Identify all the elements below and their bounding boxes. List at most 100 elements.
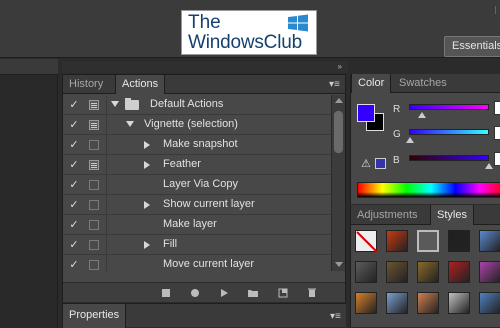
list-item[interactable]: ✓ Vignette (selection) <box>63 115 331 135</box>
dialog-toggle-icon[interactable] <box>89 200 99 210</box>
blue-value-field[interactable] <box>494 152 500 166</box>
action-set-label: Default Actions <box>150 98 224 110</box>
rainbow-style[interactable] <box>479 261 500 283</box>
step-label: Move current layer <box>163 258 255 270</box>
collapse-panels-icon[interactable]: » <box>338 62 342 72</box>
sunset-style[interactable] <box>417 292 439 314</box>
actions-scrollbar[interactable] <box>331 95 345 271</box>
panel-menu-icon[interactable]: ▾≡ <box>329 80 341 90</box>
dialog-toggle-icon[interactable] <box>89 180 99 190</box>
actions-list: ✓ Default Actions ✓ Vignette (selection)… <box>63 95 331 271</box>
color-panel: Color Swatches R G ⚠ B <box>350 74 500 204</box>
record-icon[interactable] <box>189 288 201 298</box>
blue-slider[interactable] <box>409 155 489 161</box>
ruler <box>0 59 58 75</box>
tab-color[interactable]: Color <box>351 74 392 93</box>
tab-styles[interactable]: Styles <box>430 205 474 225</box>
channel-label-g: G <box>393 129 401 140</box>
red-value-field[interactable] <box>494 101 500 115</box>
divider <box>106 155 107 175</box>
expand-triangle-icon[interactable] <box>144 241 150 249</box>
expand-triangle-icon[interactable] <box>111 101 119 107</box>
tab-history[interactable]: History <box>63 75 109 94</box>
scroll-up-icon[interactable] <box>335 98 343 103</box>
blue-glass-style[interactable] <box>479 230 500 252</box>
green-value-field[interactable] <box>494 126 500 140</box>
tab-adjustments[interactable]: Adjustments <box>351 205 424 225</box>
panel-menu-icon[interactable]: ▾≡ <box>330 312 342 322</box>
toggle-check-icon[interactable]: ✓ <box>69 118 79 131</box>
red-slider-knob[interactable] <box>418 112 426 118</box>
toggle-check-icon[interactable]: ✓ <box>69 258 79 271</box>
gold-style[interactable] <box>417 261 439 283</box>
stop-icon[interactable] <box>160 288 172 298</box>
green-slider[interactable] <box>409 129 489 135</box>
expand-triangle-icon[interactable] <box>144 201 150 209</box>
dialog-toggle-icon[interactable] <box>89 260 99 270</box>
gray-frame-style[interactable] <box>417 230 439 252</box>
list-item[interactable]: ✓ Layer Via Copy <box>63 175 331 195</box>
step-label: Show current layer <box>163 198 255 210</box>
toggle-check-icon[interactable]: ✓ <box>69 98 79 111</box>
divider <box>106 255 107 271</box>
dialog-toggle-icon[interactable] <box>89 220 99 230</box>
color-panel-tabs: Color Swatches <box>351 74 500 93</box>
dialog-toggle-icon[interactable] <box>89 240 99 250</box>
orange-glow-style[interactable] <box>386 230 408 252</box>
color-mix-style[interactable] <box>479 292 500 314</box>
red-style[interactable] <box>448 261 470 283</box>
list-item[interactable]: ✓ Feather <box>63 155 331 175</box>
gamut-correction-swatch[interactable] <box>375 158 386 169</box>
new-set-icon[interactable] <box>247 288 259 298</box>
windows-flag-icon <box>288 14 308 32</box>
divider <box>106 175 107 195</box>
expand-triangle-icon[interactable] <box>144 161 150 169</box>
divider <box>106 235 107 255</box>
lace-style[interactable] <box>448 292 470 314</box>
color-spectrum-ramp[interactable] <box>357 182 500 198</box>
divider <box>106 95 107 115</box>
list-item[interactable]: ✓ Make layer <box>63 215 331 235</box>
dialog-toggle-icon[interactable] <box>89 140 99 150</box>
list-item[interactable]: ✓ Make snapshot <box>63 135 331 155</box>
list-item[interactable]: ✓ Default Actions <box>63 95 331 115</box>
toggle-check-icon[interactable]: ✓ <box>69 178 79 191</box>
tab-properties[interactable]: Properties <box>62 304 127 328</box>
new-action-icon[interactable] <box>277 288 289 298</box>
scroll-thumb[interactable] <box>334 111 343 153</box>
tab-swatches[interactable]: Swatches <box>393 74 453 93</box>
toggle-check-icon[interactable]: ✓ <box>69 238 79 251</box>
none-style[interactable] <box>355 230 378 253</box>
dialog-toggle-icon[interactable] <box>89 120 99 130</box>
blue-slider-knob[interactable] <box>485 163 493 169</box>
panel-dock-header[interactable]: » <box>62 61 348 73</box>
out-of-gamut-warning-icon[interactable]: ⚠ <box>361 157 371 170</box>
toggle-check-icon[interactable]: ✓ <box>69 218 79 231</box>
list-item[interactable]: ✓ Move current layer <box>63 255 331 271</box>
step-label: Make snapshot <box>163 138 238 150</box>
brown-emboss-style[interactable] <box>386 261 408 283</box>
tab-actions[interactable]: Actions <box>115 75 166 94</box>
scroll-down-icon[interactable] <box>335 262 343 267</box>
workspace-switcher-button[interactable]: Essentials <box>444 36 500 57</box>
orange-gradient-style[interactable] <box>355 292 377 314</box>
expand-triangle-icon[interactable] <box>144 141 150 149</box>
red-slider[interactable] <box>409 104 489 110</box>
dark-emboss-style[interactable] <box>355 261 377 283</box>
document-canvas-area[interactable] <box>0 59 58 327</box>
dialog-toggle-icon[interactable] <box>89 100 99 110</box>
toggle-check-icon[interactable]: ✓ <box>69 138 79 151</box>
green-slider-knob[interactable] <box>406 137 414 143</box>
list-item[interactable]: ✓ Fill <box>63 235 331 255</box>
list-item[interactable]: ✓ Show current layer <box>63 195 331 215</box>
sky-style[interactable] <box>386 292 408 314</box>
dialog-toggle-icon[interactable] <box>89 160 99 170</box>
actions-toolbar <box>63 282 345 302</box>
black-button-style[interactable] <box>448 230 470 252</box>
toggle-check-icon[interactable]: ✓ <box>69 198 79 211</box>
play-icon[interactable] <box>218 288 230 298</box>
toggle-check-icon[interactable]: ✓ <box>69 158 79 171</box>
expand-triangle-icon[interactable] <box>126 121 134 127</box>
delete-icon[interactable] <box>306 288 318 298</box>
foreground-color-swatch[interactable] <box>357 104 375 122</box>
